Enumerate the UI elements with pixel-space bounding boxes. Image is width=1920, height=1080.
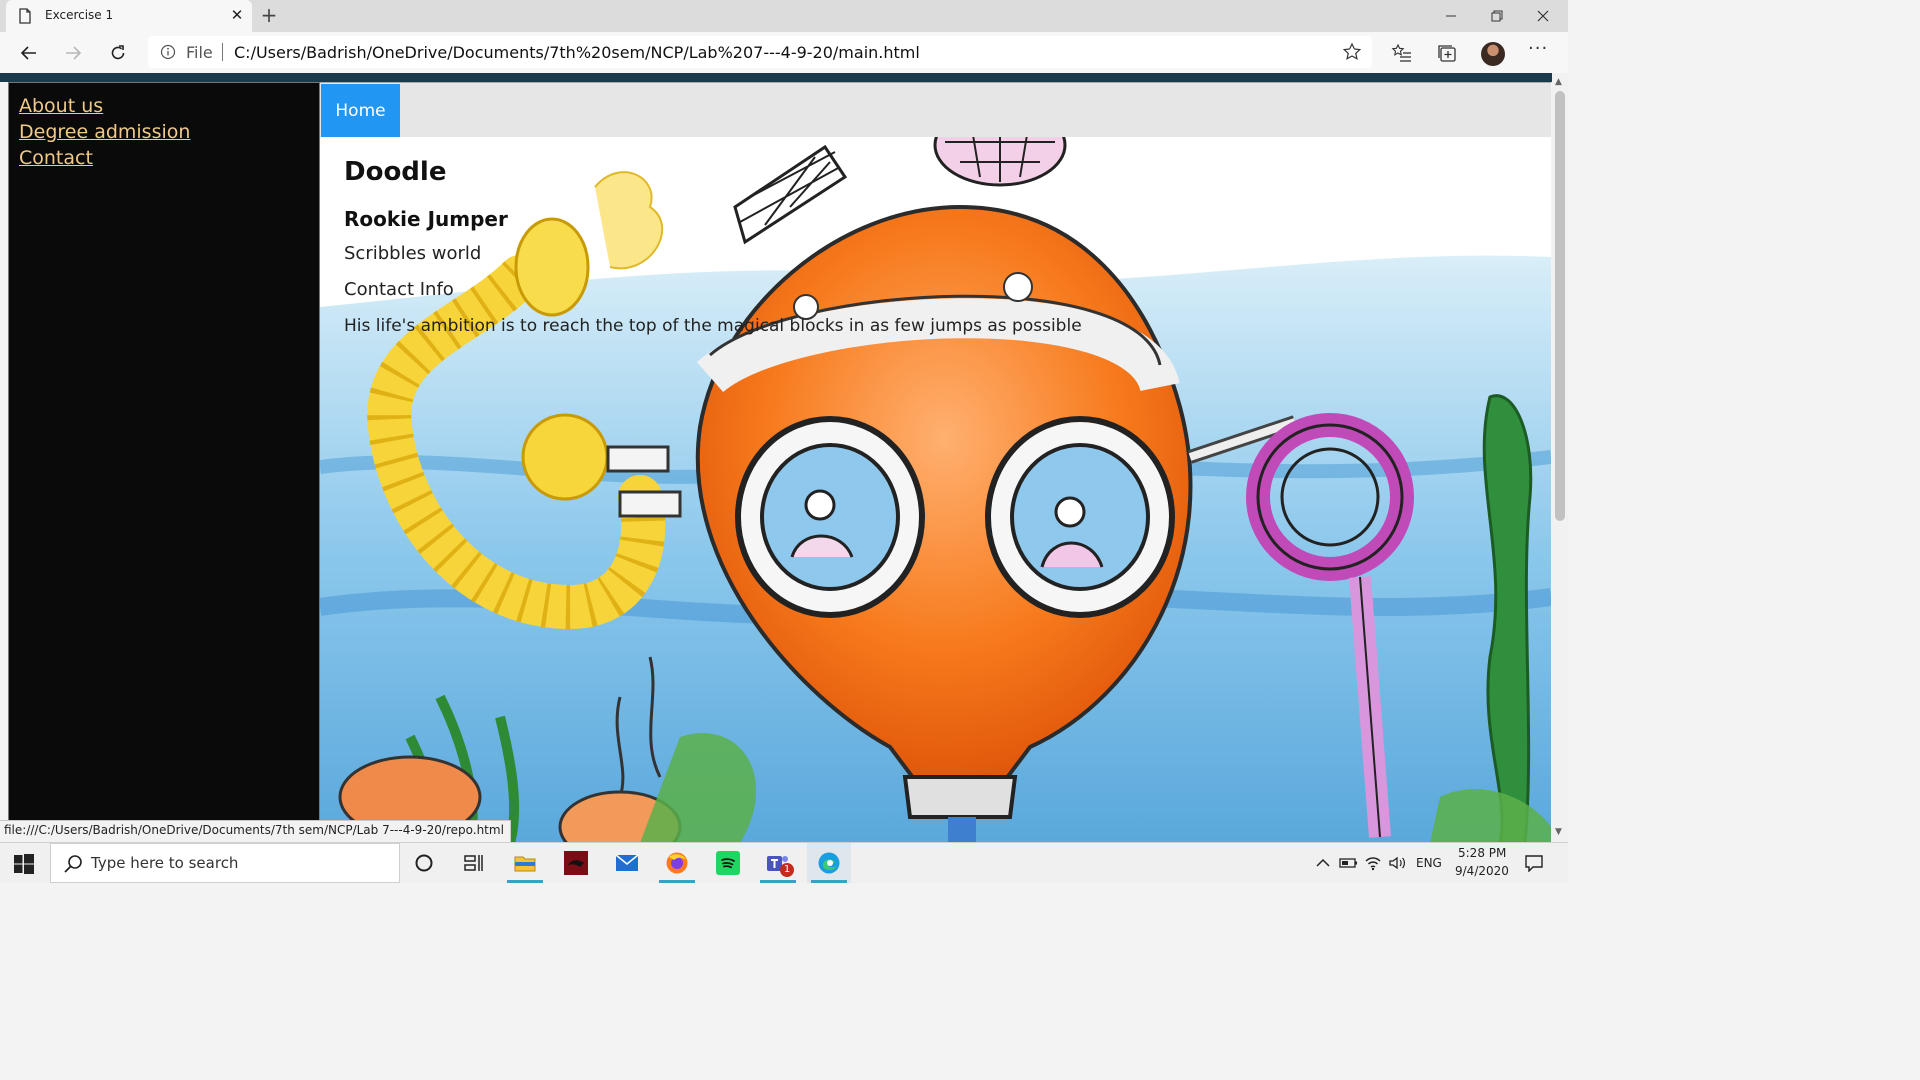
- main-content: Home Doodle Rookie Jumper Scribbles worl…: [320, 82, 1551, 843]
- wifi-icon[interactable]: [1364, 855, 1382, 871]
- close-icon: [1537, 10, 1549, 22]
- minimize-button[interactable]: [1428, 0, 1474, 32]
- running-indicator: [760, 880, 796, 883]
- restore-icon: [1491, 10, 1503, 22]
- search-icon: [64, 855, 82, 873]
- top-navbar: Home: [320, 83, 1551, 137]
- new-tab-button[interactable]: +: [258, 4, 280, 26]
- profile-avatar[interactable]: [1481, 42, 1505, 66]
- taskbar-mail[interactable]: [605, 843, 649, 883]
- taskbar-spotify[interactable]: [706, 843, 750, 883]
- refresh-icon: [111, 45, 125, 60]
- mail-icon: [615, 854, 639, 871]
- favorites-list-icon[interactable]: [1391, 42, 1413, 64]
- cortana-circle-icon: [415, 854, 433, 872]
- ambition-text: His life's ambition is to reach the top …: [344, 316, 1082, 336]
- scroll-up-icon[interactable]: ▲: [1555, 77, 1562, 87]
- search-placeholder: Type here to search: [91, 854, 239, 872]
- contact-info-text: Contact Info: [344, 279, 454, 300]
- teams-notification-badge: 1: [780, 863, 794, 877]
- spotify-icon: [716, 851, 740, 875]
- tab-close-icon[interactable]: ✕: [228, 6, 246, 24]
- battery-icon[interactable]: [1339, 856, 1359, 870]
- vertical-scrollbar[interactable]: ▲ ▼: [1552, 73, 1568, 842]
- refresh-button[interactable]: [105, 40, 131, 66]
- cortana-button[interactable]: [402, 843, 446, 883]
- minimize-icon: [1446, 15, 1456, 17]
- tab-title: Excercise 1: [45, 8, 114, 22]
- file-explorer-folder-icon: [514, 856, 536, 872]
- show-hidden-icons-chevron-icon[interactable]: [1316, 857, 1330, 869]
- restore-button[interactable]: [1474, 0, 1520, 32]
- address-separator: [222, 43, 223, 61]
- forward-button[interactable]: [60, 40, 86, 66]
- taskbar-teams[interactable]: 1: [756, 843, 800, 883]
- scroll-down-icon[interactable]: ▼: [1555, 827, 1562, 837]
- volume-icon[interactable]: [1388, 855, 1406, 871]
- running-indicator: [507, 880, 543, 883]
- url-text[interactable]: C:/Users/Badrish/OneDrive/Documents/7th%…: [234, 43, 920, 62]
- windows-start-icon[interactable]: [14, 854, 34, 874]
- back-button[interactable]: [16, 40, 42, 66]
- action-center-icon[interactable]: [1524, 854, 1544, 872]
- sidebar: About us Degree admission Contact: [8, 82, 320, 822]
- favorite-star-icon[interactable]: [1342, 42, 1362, 62]
- clock-date[interactable]: 9/4/2020: [1455, 864, 1509, 878]
- window-frame-strip: [0, 73, 1552, 82]
- clock-time[interactable]: 5:28 PM: [1458, 846, 1506, 860]
- doodle-background-illustration: [320, 137, 1551, 843]
- sidebar-link-degree-admission[interactable]: Degree admission: [19, 121, 190, 143]
- sidebar-link-about-us[interactable]: About us: [19, 95, 103, 117]
- more-options-icon[interactable]: ···: [1528, 38, 1548, 59]
- page-title: Doodle: [344, 157, 447, 187]
- home-nav-button[interactable]: Home: [321, 84, 400, 137]
- scribbles-world-text: Scribbles world: [344, 243, 482, 264]
- close-window-button[interactable]: [1520, 0, 1566, 32]
- back-arrow-icon: [20, 46, 36, 60]
- address-scheme-label: File: [186, 43, 213, 62]
- edge-icon: [818, 852, 840, 874]
- firefox-icon: [666, 852, 688, 874]
- browser-toolbar: File C:/Users/Badrish/OneDrive/Documents…: [0, 32, 1568, 73]
- address-bar[interactable]: File C:/Users/Badrish/OneDrive/Documents…: [148, 36, 1372, 68]
- windows-taskbar: Type here to search 1 ENG 5:28 PM 9/4/20…: [0, 842, 1568, 883]
- forward-arrow-icon: [66, 46, 82, 60]
- taskbar-edge[interactable]: [807, 843, 851, 883]
- scrollbar-thumb[interactable]: [1555, 91, 1565, 521]
- taskbar-search-box[interactable]: Type here to search: [50, 843, 400, 883]
- taskbar-app-dark[interactable]: [554, 843, 598, 883]
- taskbar-file-explorer[interactable]: [503, 843, 547, 883]
- red-app-icon: [564, 851, 588, 875]
- browser-tab[interactable]: Excercise 1 ✕: [6, 0, 252, 32]
- language-indicator[interactable]: ENG: [1416, 856, 1442, 870]
- collections-icon[interactable]: [1436, 42, 1458, 64]
- running-indicator: [811, 880, 847, 883]
- task-view-button[interactable]: [452, 843, 496, 883]
- taskbar-firefox[interactable]: [655, 843, 699, 883]
- page-icon: [19, 8, 31, 24]
- info-icon[interactable]: [160, 44, 176, 60]
- browser-titlebar: Excercise 1 ✕ +: [0, 0, 1568, 32]
- page-subtitle: Rookie Jumper: [344, 207, 508, 231]
- task-view-icon: [464, 855, 483, 871]
- running-indicator: [659, 880, 695, 883]
- sidebar-link-contact[interactable]: Contact: [19, 147, 93, 169]
